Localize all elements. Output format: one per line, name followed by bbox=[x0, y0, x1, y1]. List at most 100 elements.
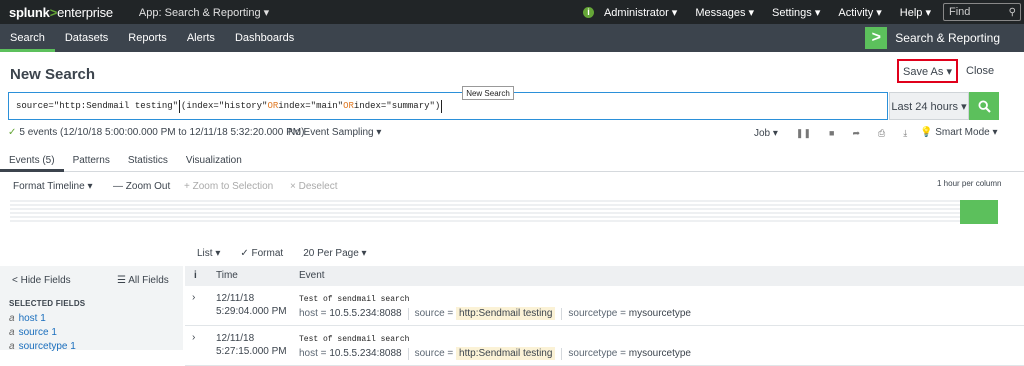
event-fields: host = 10.5.5.234:8088 source = http:Sen… bbox=[299, 307, 691, 320]
magnifier-icon bbox=[977, 99, 991, 113]
result-tabs: Events (5) Patterns Statistics Visualiza… bbox=[0, 148, 1024, 172]
hide-fields-button[interactable]: < Hide Fields bbox=[12, 275, 71, 286]
host-label: host = bbox=[299, 308, 327, 319]
timeline-histogram[interactable] bbox=[10, 200, 998, 224]
nav-tab-datasets[interactable]: Datasets bbox=[55, 24, 118, 52]
source-value[interactable]: http:Sendmail testing bbox=[456, 307, 556, 320]
events-table-header: i Time Event bbox=[185, 266, 1024, 286]
field-type-icon: a bbox=[9, 327, 15, 338]
search-query-input[interactable]: source="http:Sendmail testing" (index="h… bbox=[8, 92, 888, 120]
divider bbox=[561, 347, 563, 360]
find-placeholder: Find bbox=[949, 6, 971, 18]
tooltip-new-search: New Search bbox=[462, 86, 514, 100]
event-time: 5:29:04.000 PM bbox=[216, 306, 287, 317]
tab-visualization[interactable]: Visualization bbox=[177, 148, 251, 172]
nav-tab-alerts[interactable]: Alerts bbox=[177, 24, 225, 52]
tab-patterns[interactable]: Patterns bbox=[64, 148, 119, 172]
host-value[interactable]: 10.5.5.234:8088 bbox=[329, 308, 401, 319]
sourcetype-value[interactable]: mysourcetype bbox=[629, 308, 691, 319]
expand-chevron-icon[interactable]: › bbox=[192, 332, 195, 343]
query-text: index="summary") bbox=[353, 101, 441, 111]
field-type-icon: a bbox=[9, 313, 15, 324]
source-value[interactable]: http:Sendmail testing bbox=[456, 347, 556, 360]
app-nav-bar: Search Datasets Reports Alerts Dashboard… bbox=[0, 24, 1024, 52]
nav-tab-dashboards[interactable]: Dashboards bbox=[225, 24, 304, 52]
logo-gt: > bbox=[49, 4, 58, 20]
time-range-picker[interactable]: Last 24 hours ▾ bbox=[889, 92, 969, 120]
top-right-menus: i Administrator ▾ Messages ▾ Settings ▾ … bbox=[582, 0, 1024, 24]
zoom-out-button[interactable]: — Zoom Out bbox=[113, 181, 170, 192]
timeline-bar[interactable] bbox=[960, 200, 998, 224]
menu-activity[interactable]: Activity ▾ bbox=[838, 6, 881, 19]
divider bbox=[407, 307, 409, 320]
job-toolbar: Job ▾ ❚❚ ■ ➦ ⎙ ⤓ bbox=[754, 126, 907, 140]
splunk-logo[interactable]: splunk>enterprise bbox=[9, 5, 113, 20]
app-identity[interactable]: > Search & Reporting bbox=[865, 24, 1000, 52]
field-count: 1 bbox=[40, 313, 46, 324]
search-submit-button[interactable] bbox=[969, 92, 999, 120]
search-mode-label: Smart Mode ▾ bbox=[935, 127, 998, 138]
expand-chevron-icon[interactable]: › bbox=[192, 292, 195, 303]
app-menu[interactable]: App: Search & Reporting ▾ bbox=[139, 6, 269, 19]
job-menu[interactable]: Job ▾ bbox=[754, 128, 778, 139]
event-sampling-dropdown[interactable]: No Event Sampling ▾ bbox=[288, 127, 381, 138]
search-status: ✓ 5 events (12/10/18 5:00:00.000 PM to 12… bbox=[8, 127, 304, 138]
list-dropdown[interactable]: List ▾ bbox=[197, 248, 220, 259]
time-column-header[interactable]: Time bbox=[216, 270, 238, 281]
event-raw-text: Test of sendmail search bbox=[299, 295, 410, 304]
selected-fields-heading: SELECTED FIELDS bbox=[9, 299, 86, 308]
app-title: Search & Reporting bbox=[895, 31, 1000, 45]
query-text: source="http:Sendmail testing" bbox=[16, 101, 179, 111]
logo-main: splunk bbox=[9, 4, 50, 20]
menu-administrator[interactable]: Administrator ▾ bbox=[604, 6, 677, 19]
list-controls: List ▾ ✓ Format 20 Per Page ▾ bbox=[197, 246, 387, 260]
search-mode-dropdown[interactable]: 💡 Smart Mode ▾ bbox=[920, 127, 998, 138]
source-label: source = bbox=[414, 308, 454, 319]
event-column-header: Event bbox=[299, 270, 325, 281]
query-text: index="main" bbox=[278, 101, 344, 111]
field-type-icon: a bbox=[9, 341, 15, 352]
info-column-header: i bbox=[194, 270, 197, 281]
all-fields-button[interactable]: ☰ All Fields bbox=[117, 275, 169, 286]
event-raw-text: Test of sendmail search bbox=[299, 335, 410, 344]
tab-events[interactable]: Events (5) bbox=[0, 148, 64, 172]
per-page-dropdown[interactable]: 20 Per Page ▾ bbox=[303, 248, 366, 259]
print-icon[interactable]: ⎙ bbox=[878, 128, 885, 139]
format-button[interactable]: ✓ Format bbox=[240, 248, 283, 259]
menu-settings[interactable]: Settings ▾ bbox=[772, 6, 820, 19]
event-count-text: 5 events (12/10/18 5:00:00.000 PM to 12/… bbox=[19, 127, 305, 138]
nav-tab-search[interactable]: Search bbox=[0, 24, 55, 52]
page-title: New Search bbox=[10, 66, 96, 83]
table-row: › 12/11/18 5:27:15.000 PM Test of sendma… bbox=[185, 326, 1024, 366]
stop-icon[interactable]: ■ bbox=[829, 128, 834, 138]
fields-sidebar: < Hide Fields ☰ All Fields SELECTED FIEL… bbox=[0, 266, 183, 352]
zoom-to-selection-button[interactable]: + Zoom to Selection bbox=[184, 181, 273, 192]
deselect-button[interactable]: × Deselect bbox=[290, 181, 338, 192]
info-icon[interactable]: i bbox=[582, 6, 594, 18]
menu-messages[interactable]: Messages ▾ bbox=[695, 6, 754, 19]
nav-tab-reports[interactable]: Reports bbox=[118, 24, 177, 52]
find-input[interactable]: Find ⚲ bbox=[943, 3, 1021, 21]
event-date: 12/11/18 bbox=[216, 293, 255, 304]
field-count: 1 bbox=[51, 327, 57, 338]
menu-help[interactable]: Help ▾ bbox=[900, 6, 931, 19]
save-as-button[interactable]: Save As ▾ bbox=[897, 59, 958, 83]
field-sourcetype[interactable]: a sourcetype 1 bbox=[9, 341, 76, 352]
field-count: 1 bbox=[70, 341, 76, 352]
field-name: sourcetype bbox=[18, 341, 68, 352]
pause-icon[interactable]: ❚❚ bbox=[796, 128, 811, 139]
timeline-scale-label: 1 hour per column bbox=[937, 179, 1002, 188]
export-icon[interactable]: ⤓ bbox=[903, 128, 907, 139]
event-fields: host = 10.5.5.234:8088 source = http:Sen… bbox=[299, 347, 691, 360]
query-text: (index="history" bbox=[181, 101, 268, 111]
top-bar: splunk>enterprise App: Search & Reportin… bbox=[0, 0, 1024, 24]
close-button[interactable]: Close bbox=[966, 65, 994, 77]
share-icon[interactable]: ➦ bbox=[852, 128, 860, 139]
field-source[interactable]: a source 1 bbox=[9, 327, 57, 338]
text-caret bbox=[441, 99, 443, 113]
field-host[interactable]: a host 1 bbox=[9, 313, 46, 324]
divider bbox=[561, 307, 563, 320]
format-timeline-dropdown[interactable]: Format Timeline ▾ bbox=[13, 181, 92, 192]
tab-statistics[interactable]: Statistics bbox=[119, 148, 177, 172]
field-name: source bbox=[18, 327, 49, 338]
